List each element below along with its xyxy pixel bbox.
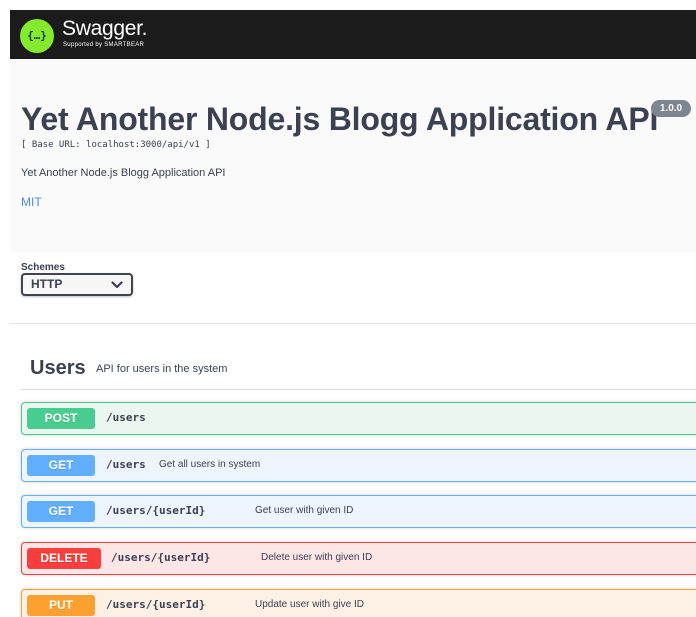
- tag-description: API for users in the system: [96, 363, 228, 375]
- license-link[interactable]: MIT: [21, 195, 42, 209]
- operation-path: /users: [106, 458, 146, 471]
- operation-post-users[interactable]: POST /users: [21, 402, 696, 435]
- method-badge-delete: DELETE: [27, 548, 101, 569]
- api-description: Yet Another Node.js Blogg Application AP…: [21, 167, 226, 179]
- operation-path: /users/{userId}: [106, 598, 206, 611]
- schemes-label: Schemes: [21, 262, 65, 273]
- operation-summary: Delete user with given ID: [261, 552, 373, 563]
- swagger-logo-icon[interactable]: {…}: [20, 19, 54, 53]
- tag-title[interactable]: Users: [30, 357, 86, 380]
- method-badge-get: GET: [27, 501, 95, 522]
- api-title: Yet Another Node.js Blogg Application AP…: [21, 101, 659, 137]
- operation-summary: Get all users in system: [159, 459, 261, 470]
- operation-path: /users: [106, 411, 146, 424]
- operation-put-user[interactable]: PUT /users/{userId} Update user with giv…: [21, 589, 696, 617]
- logo-glyph: {…}: [27, 29, 47, 42]
- brand-name[interactable]: Swagger.: [62, 17, 147, 41]
- api-info-section: [10, 59, 696, 252]
- operation-path: /users/{userId}: [111, 551, 211, 564]
- base-url: [ Base URL: localhost:3000/api/v1 ]: [21, 140, 211, 150]
- topbar: {…} Swagger. Supported by SMARTBEAR: [10, 10, 696, 59]
- operation-get-user-by-id[interactable]: GET /users/{userId} Get user with given …: [21, 495, 696, 528]
- brand-subtitle: Supported by SMARTBEAR: [63, 42, 145, 48]
- operation-delete-user[interactable]: DELETE /users/{userId} Delete user with …: [21, 542, 696, 575]
- method-badge-put: PUT: [27, 595, 95, 616]
- operation-path: /users/{userId}: [106, 504, 206, 517]
- operation-summary: Get user with given ID: [255, 505, 354, 516]
- method-badge-post: POST: [27, 408, 95, 429]
- tag-underline: [21, 389, 696, 390]
- chevron-down-icon: [111, 281, 123, 289]
- schemes-selected-value: HTTP: [31, 277, 63, 291]
- method-badge-get: GET: [27, 455, 95, 476]
- version-badge: 1.0.0: [651, 100, 691, 117]
- operation-summary: Update user with give ID: [255, 599, 364, 610]
- operation-get-users[interactable]: GET /users Get all users in system: [21, 449, 696, 482]
- schemes-select[interactable]: HTTP: [21, 273, 133, 296]
- section-divider: [10, 323, 696, 324]
